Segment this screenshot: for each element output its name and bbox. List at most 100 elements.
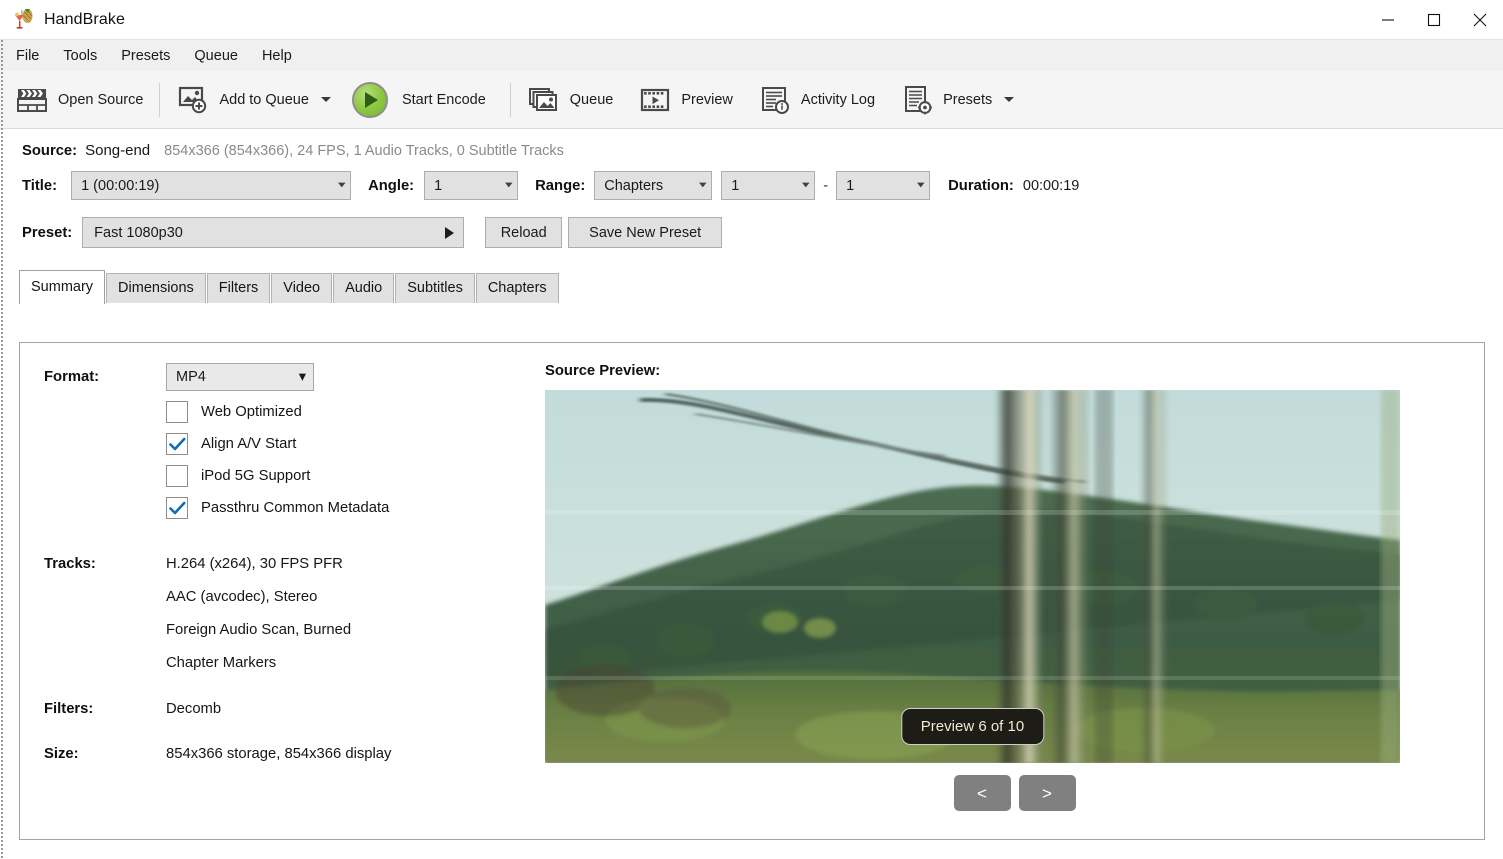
web-optimized-checkbox-row[interactable]: Web Optimized xyxy=(166,401,528,423)
toolbar-separator-2 xyxy=(509,82,511,117)
size-value: 854x366 storage, 854x366 display xyxy=(166,746,392,762)
start-encode-button[interactable]: Start Encode xyxy=(338,77,493,123)
chevron-right-icon xyxy=(445,226,455,239)
format-select-value: MP4 xyxy=(176,369,206,385)
tab-summary[interactable]: Summary xyxy=(19,270,106,304)
presets-label: Presets xyxy=(943,91,993,108)
tab-audio[interactable]: Audio xyxy=(333,273,395,303)
size-label: Size: xyxy=(44,746,79,762)
open-source-label: Open Source xyxy=(58,91,144,108)
preview-navigation: < > xyxy=(545,775,1484,811)
start-encode-label: Start Encode xyxy=(401,91,486,108)
passthru-metadata-checkbox[interactable] xyxy=(166,497,188,519)
reload-button[interactable]: Reload xyxy=(485,217,563,248)
range-start-select[interactable]: 1 ▾ xyxy=(721,171,816,200)
menu-item-tools[interactable]: Tools xyxy=(51,42,109,70)
summary-right-column: Source Preview: Preview 6 of 10 < > xyxy=(528,363,1484,839)
handbrake-cocktail-icon xyxy=(11,7,37,33)
open-source-button[interactable]: Open Source xyxy=(8,77,150,123)
tab-subtitles[interactable]: Subtitles xyxy=(395,273,475,303)
menu-item-help[interactable]: Help xyxy=(250,42,304,70)
title-bar: HandBrake xyxy=(0,0,1503,39)
chevron-down-icon-range-start: ▾ xyxy=(801,179,810,191)
ipod-5g-support-checkbox[interactable] xyxy=(166,465,188,487)
source-label: Source: xyxy=(22,142,78,159)
chevron-down-icon-presets[interactable] xyxy=(1004,97,1015,102)
track-item: Foreign Audio Scan, Burned xyxy=(166,622,352,638)
film-strip-play-icon xyxy=(638,83,672,117)
menu-item-file[interactable]: File xyxy=(4,42,51,70)
tracks-label: Tracks: xyxy=(44,556,96,572)
add-to-queue-label: Add to Queue xyxy=(219,91,309,108)
close-icon[interactable] xyxy=(1457,0,1503,39)
preview-button[interactable]: Preview xyxy=(620,77,740,123)
source-meta: 854x366 (854x366), 24 FPS, 1 Audio Track… xyxy=(164,142,564,159)
activity-log-button[interactable]: Activity Log xyxy=(740,77,882,123)
app-title: HandBrake xyxy=(44,10,125,28)
ipod-5g-support-checkbox-row[interactable]: iPod 5G Support xyxy=(166,465,528,487)
title-angle-range-row: Title: 1 (00:00:19) ▾ Angle: 1 ▾ Range: … xyxy=(0,165,1503,200)
maximize-icon[interactable] xyxy=(1411,0,1457,39)
filters-value: Decomb xyxy=(166,701,222,717)
document-info-icon xyxy=(758,83,792,117)
preview-counter-badge: Preview 6 of 10 xyxy=(900,708,1045,745)
range-type-value: Chapters xyxy=(604,177,664,194)
preset-label: Preset: xyxy=(22,224,73,241)
tab-chapters[interactable]: Chapters xyxy=(475,273,559,303)
track-item: AAC (avcodec), Stereo xyxy=(166,589,318,605)
passthru-metadata-checkbox-row[interactable]: Passthru Common Metadata xyxy=(166,497,528,519)
add-to-queue-button[interactable]: Add to Queue xyxy=(169,77,338,123)
minimize-icon[interactable] xyxy=(1365,0,1411,39)
duration-value: 00:00:19 xyxy=(1022,177,1080,194)
title-select-value: 1 (00:00:19) xyxy=(81,177,160,194)
preset-select-value: Fast 1080p30 xyxy=(94,224,183,241)
align-av-start-checkbox-row[interactable]: Align A/V Start xyxy=(166,433,528,455)
filters-summary-label: Filters: xyxy=(44,701,94,717)
range-end-select[interactable]: 1 ▾ xyxy=(836,171,931,200)
activity-log-label: Activity Log xyxy=(800,91,876,108)
preset-row: Preset: Fast 1080p30 Reload Save New Pre… xyxy=(0,200,1503,248)
main-toolbar: Open Source Add to Queue Start Encode Qu… xyxy=(0,71,1503,129)
chevron-down-icon[interactable] xyxy=(320,97,331,102)
preview-label: Preview xyxy=(681,91,733,108)
title-select[interactable]: 1 (00:00:19) ▾ xyxy=(71,171,352,200)
chevron-down-icon-format: ▾ xyxy=(298,369,306,385)
format-select[interactable]: MP4 ▾ xyxy=(166,363,314,391)
range-start-value: 1 xyxy=(731,177,740,194)
tab-dimensions[interactable]: Dimensions xyxy=(106,273,206,303)
queue-button[interactable]: Queue xyxy=(520,77,621,123)
add-image-icon xyxy=(176,83,210,117)
preview-next-button[interactable]: > xyxy=(1018,775,1076,811)
source-preview[interactable]: Preview 6 of 10 xyxy=(545,390,1400,763)
range-type-select[interactable]: Chapters ▾ xyxy=(594,171,713,200)
tab-video[interactable]: Video xyxy=(271,273,333,303)
tracks-values: H.264 (x264), 30 FPS PFR AAC (avcodec), … xyxy=(166,556,351,671)
align-av-start-checkbox[interactable] xyxy=(166,433,188,455)
format-row: Format: MP4 ▾ xyxy=(44,363,528,391)
document-gear-icon xyxy=(900,83,934,117)
format-label: Format: xyxy=(44,369,100,385)
green-play-icon xyxy=(351,81,388,118)
chevron-down-icon-angle: ▾ xyxy=(504,179,513,191)
chevron-down-icon-title: ▾ xyxy=(337,179,346,191)
check-icon xyxy=(168,437,185,450)
queue-label: Queue xyxy=(569,91,614,108)
window-controls xyxy=(1365,0,1503,39)
web-optimized-checkbox[interactable] xyxy=(166,401,188,423)
save-new-preset-button[interactable]: Save New Preset xyxy=(568,217,723,248)
tab-filters[interactable]: Filters xyxy=(206,273,271,303)
angle-label: Angle: xyxy=(368,177,415,194)
summary-panel: Format: MP4 ▾ Web Optimized Align A/V St… xyxy=(19,342,1485,840)
menu-item-presets[interactable]: Presets xyxy=(109,42,182,70)
filters-section: Filters: Decomb xyxy=(44,701,528,717)
range-label: Range: xyxy=(535,177,586,194)
presets-button[interactable]: Presets xyxy=(882,77,1021,123)
preview-prev-button[interactable]: < xyxy=(953,775,1011,811)
preset-select[interactable]: Fast 1080p30 xyxy=(82,217,465,248)
clapperboard-icon xyxy=(15,83,49,117)
source-name: Song-end xyxy=(85,142,151,159)
angle-select[interactable]: 1 ▾ xyxy=(424,171,519,200)
range-end-value: 1 xyxy=(846,177,855,194)
align-av-start-label: Align A/V Start xyxy=(201,436,297,452)
menu-item-queue[interactable]: Queue xyxy=(182,42,250,70)
